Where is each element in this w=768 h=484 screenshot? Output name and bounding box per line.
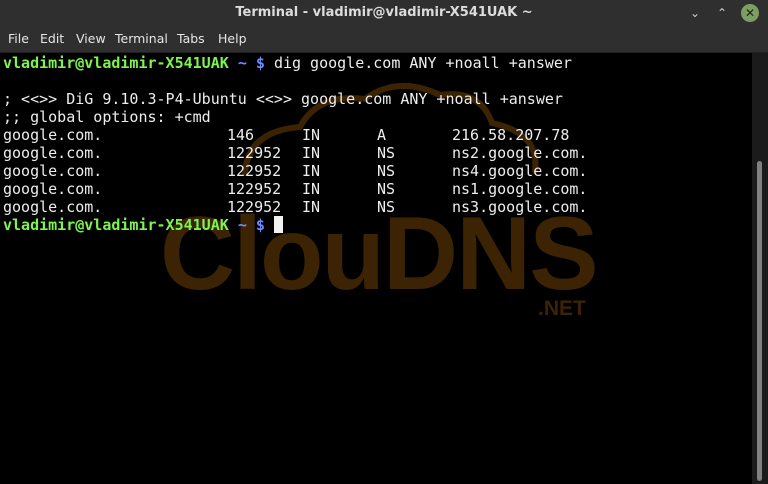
record-class: IN — [302, 198, 321, 216]
record-data: ns3.google.com. — [452, 198, 588, 216]
watermark-suffix: .NET — [538, 297, 586, 320]
scrollbar-thumb[interactable] — [757, 161, 762, 481]
prompt-path-symbol: ~ $ — [237, 216, 265, 234]
minimize-icon[interactable]: ⌄ — [686, 4, 704, 22]
scrollbar[interactable] — [752, 53, 768, 484]
record-data: ns2.google.com. — [452, 144, 588, 162]
record-ttl: 122952 — [227, 198, 282, 216]
terminal-window: Terminal - vladimir@vladimir-X541UAK ~ ⌄… — [0, 0, 768, 484]
record-data: 216.58.207.78 — [452, 126, 570, 144]
record-ttl: 122952 — [227, 162, 282, 180]
record-name: google.com. — [3, 198, 103, 216]
record-name: google.com. — [3, 180, 103, 198]
dig-header: ; <<>> DiG 9.10.3-P4-Ubuntu <<>> google.… — [3, 90, 563, 108]
menu-file[interactable]: File — [8, 31, 29, 46]
prompt-user-host: vladimir@vladimir-X541UAK — [3, 54, 229, 72]
record-ttl: 146 — [227, 126, 255, 144]
menu-view[interactable]: View — [76, 31, 106, 46]
record-name: google.com. — [3, 162, 103, 180]
menu-edit[interactable]: Edit — [40, 31, 64, 46]
global-options: ;; global options: +cmd — [3, 108, 211, 126]
close-icon[interactable]: ✕ — [741, 4, 759, 22]
record-data: ns4.google.com. — [452, 162, 588, 180]
record-ttl: 122952 — [227, 144, 282, 162]
record-class: IN — [302, 180, 321, 198]
record-class: IN — [302, 144, 321, 162]
menu-tabs[interactable]: Tabs — [177, 31, 205, 46]
record-type: NS — [377, 198, 396, 216]
terminal-output[interactable]: ClouDNS .NET vladimir@vladimir-X541UAK ~… — [0, 53, 752, 484]
record-type: A — [377, 126, 387, 144]
text-cursor — [273, 216, 283, 233]
window-title: Terminal - vladimir@vladimir-X541UAK ~ — [235, 5, 533, 20]
command-text: dig google.com ANY +noall +answer — [273, 54, 572, 72]
record-type: NS — [377, 180, 396, 198]
record-class: IN — [302, 126, 321, 144]
record-type: NS — [377, 144, 396, 162]
record-name: google.com. — [3, 126, 103, 144]
prompt-line[interactable]: vladimir@vladimir-X541UAK ~ $ — [3, 216, 283, 234]
prompt-user-host: vladimir@vladimir-X541UAK — [3, 216, 229, 234]
command-line: vladimir@vladimir-X541UAK ~ $ dig google… — [3, 54, 572, 72]
record-data: ns1.google.com. — [452, 180, 588, 198]
record-type: NS — [377, 162, 396, 180]
menu-bar: File Edit View Terminal Tabs Help — [0, 26, 768, 53]
maximize-icon[interactable]: ⌃ — [713, 4, 731, 22]
prompt-path-symbol: ~ $ — [237, 54, 265, 72]
record-name: google.com. — [3, 144, 103, 162]
menu-terminal[interactable]: Terminal — [115, 31, 168, 46]
record-ttl: 122952 — [227, 180, 282, 198]
record-class: IN — [302, 162, 321, 180]
menu-help[interactable]: Help — [218, 31, 247, 46]
title-bar[interactable]: Terminal - vladimir@vladimir-X541UAK ~ ⌄… — [0, 0, 768, 26]
